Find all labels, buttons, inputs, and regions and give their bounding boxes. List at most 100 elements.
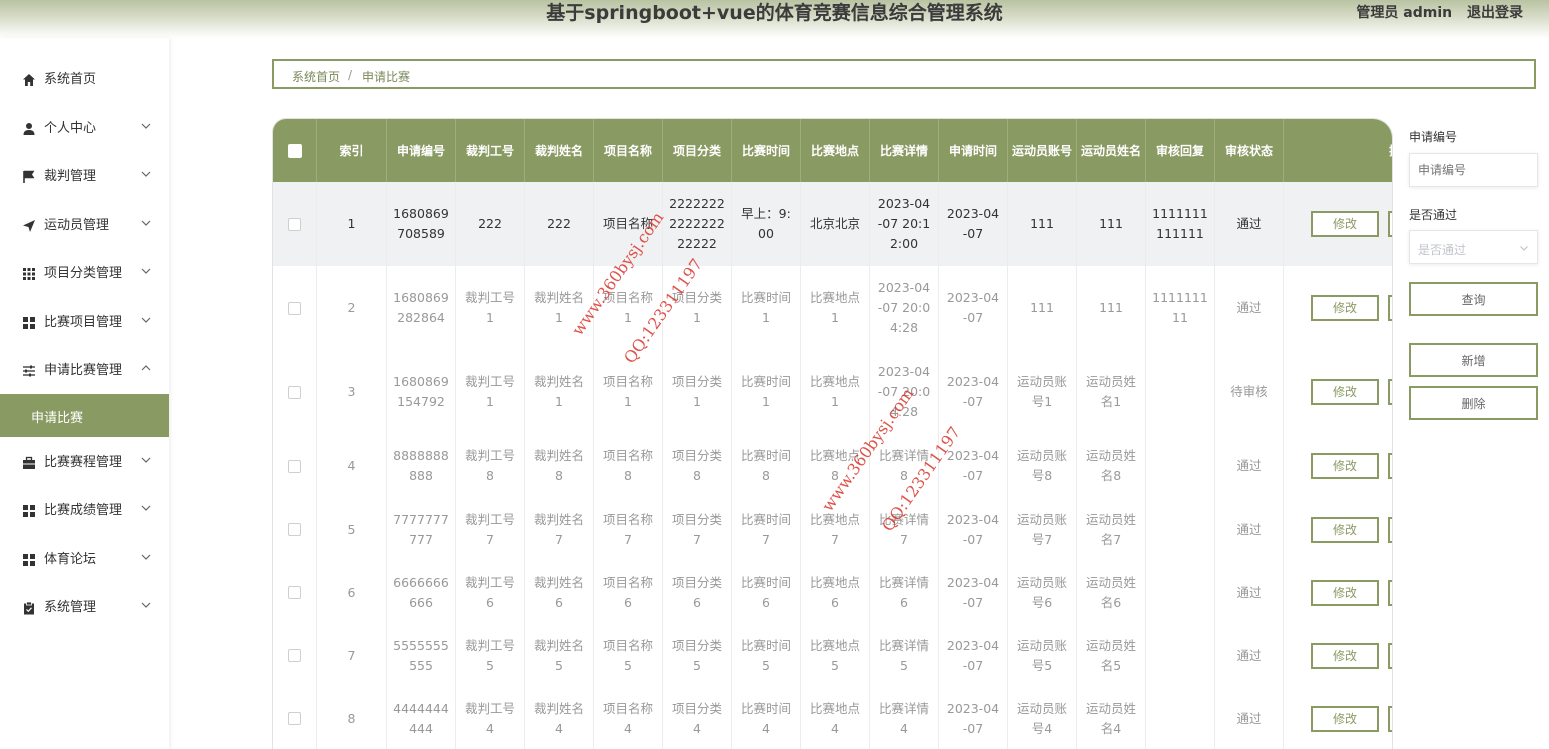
apply-no-input[interactable] [1409,153,1538,187]
select-all-checkbox[interactable] [287,143,302,158]
column-header: 项目分类 [663,119,732,182]
table-cell: 1680869282864 [387,266,456,350]
table-cell: 裁判姓名7 [525,498,594,561]
more-button[interactable] [1388,295,1392,321]
row-checkbox[interactable] [288,217,301,231]
chevron-down-icon [1520,246,1528,251]
table-cell: 运动员姓名1 [1077,350,1146,434]
sidebar-item-schedule[interactable]: 比赛赛程管理 [0,445,169,481]
row-checkbox[interactable] [288,649,301,662]
more-button[interactable] [1388,642,1392,669]
table-cell: 5555555555 [387,624,456,687]
sidebar-item-label: 体育论坛 [44,552,97,567]
action-cell: 修改 [1284,561,1392,624]
table-cell: 裁判姓名1 [525,350,594,434]
add-button[interactable]: 新增 [1409,343,1538,377]
row-select-cell [273,561,317,624]
table-row: 5 7777777777 裁判工号7 裁判姓名7 项目名称7 项目分类7 比赛时间7 比赛地点… [273,498,1392,562]
chevron-down-icon [141,505,151,511]
table-cell: 1680869708589 [387,182,456,266]
table-row: 6 6666666666 裁判工号6 裁判姓名6 项目名称6 项目分类6 比赛时间6 比赛地点… [273,561,1392,625]
table-cell [1146,624,1215,687]
row-checkbox[interactable] [288,523,301,536]
sidebar-item-system[interactable]: 系统管理 [0,590,169,626]
row-checkbox[interactable] [288,301,301,315]
sidebar-item-label: 个人中心 [44,121,97,136]
table-cell: 运动员账号1 [1008,350,1077,434]
table-cell: 运动员姓名8 [1077,434,1146,498]
table-cell: 2023-04-07 [939,687,1008,749]
table-cell: 裁判工号5 [456,624,525,687]
table-cell: 裁判工号6 [456,561,525,624]
sidebar-item-home[interactable]: 系统首页 [0,62,169,98]
sidebar-item-match-project[interactable]: 比赛项目管理 [0,305,169,341]
table-row: 2 1680869282864 裁判工号1 裁判姓名1 项目名称1 项目分类1 比赛时间1 比… [273,266,1392,351]
table-row: 7 5555555555 裁判工号5 裁判姓名5 项目名称5 项目分类5 比赛时间5 比赛地点… [273,624,1392,688]
approved-label: 是否通过 [1409,208,1458,222]
more-button[interactable] [1388,379,1392,405]
edit-button[interactable]: 修改 [1311,705,1379,732]
table-cell: 比赛详情6 [870,561,939,624]
more-button[interactable] [1388,516,1392,543]
action-cell: 修改 [1284,350,1392,434]
table-cell: 项目名称 [594,182,663,266]
edit-button[interactable]: 修改 [1311,295,1379,321]
sidebar-item-personal[interactable]: 个人中心 [0,111,169,147]
query-button[interactable]: 查询 [1409,282,1538,316]
logout-button[interactable]: 退出登录 [1467,5,1523,21]
table-cell: 北京北京 [801,182,870,266]
table-cell: 111111111 [1146,266,1215,350]
edit-button[interactable]: 修改 [1311,642,1379,669]
breadcrumb-home[interactable]: 系统首页 [292,68,340,85]
breadcrumb-current: 申请比赛 [362,70,411,84]
admin-user-label[interactable]: 管理员 admin [1356,5,1452,21]
edit-button[interactable]: 修改 [1311,516,1379,543]
table-cell [1146,350,1215,434]
action-cell: 修改 [1284,434,1392,498]
sidebar-item-referee[interactable]: 裁判管理 [0,159,169,195]
sidebar-item-category[interactable]: 项目分类管理 [0,256,169,292]
edit-button[interactable]: 修改 [1311,211,1379,237]
table-cell: 比赛时间5 [732,624,801,687]
table-cell: 2023-04-07 20:04:28 [870,350,939,434]
sidebar-item-label: 系统管理 [44,600,97,615]
table-cell: 运动员姓名4 [1077,687,1146,749]
column-header: 比赛详情 [870,119,939,182]
row-select-cell [273,182,317,266]
table-cell: 比赛时间1 [732,266,801,350]
more-button[interactable] [1388,211,1392,237]
edit-button[interactable]: 修改 [1311,453,1379,479]
edit-button[interactable]: 修改 [1311,379,1379,405]
table-cell: 项目名称7 [594,498,663,561]
user-area: 管理员 admin 退出登录 [1346,2,1523,22]
table-cell: 2023-04-07 [939,182,1008,266]
row-checkbox[interactable] [288,385,301,399]
table-cell: 通过 [1215,624,1284,687]
sidebar-item-apply-match[interactable]: 申请比赛管理 [0,353,169,389]
approved-select[interactable]: 是否通过 [1409,230,1538,264]
sidebar-item-forum[interactable]: 体育论坛 [0,542,169,578]
table-cell: 项目名称4 [594,687,663,749]
sidebar: 系统首页 个人中心 裁判管理 运动员管理 项目分类管理 比赛项目管理 申请比赛管… [0,38,169,749]
more-button[interactable] [1388,453,1392,479]
table-cell: 通过 [1215,182,1284,266]
sidebar-item-athlete[interactable]: 运动员管理 [0,208,169,244]
table-cell: 运动员账号4 [1008,687,1077,749]
approved-select-value: 是否通过 [1418,243,1467,257]
more-button[interactable] [1388,579,1392,606]
table-row: 8 4444444444 裁判工号4 裁判姓名4 项目名称4 项目分类4 比赛时间4 比赛地点… [273,687,1392,749]
table-cell: 运动员姓名7 [1077,498,1146,561]
action-cell: 修改 [1284,624,1392,687]
table-cell: 7 [317,624,387,687]
action-cell: 修改 [1284,687,1392,749]
sidebar-subitem-apply-match[interactable]: 申请比赛 [0,394,169,437]
more-button[interactable] [1388,705,1392,732]
table-cell: 比赛详情5 [870,624,939,687]
row-checkbox[interactable] [288,712,301,725]
table-cell: 2023-04-07 [939,498,1008,561]
row-checkbox[interactable] [288,586,301,599]
edit-button[interactable]: 修改 [1311,579,1379,606]
row-checkbox[interactable] [288,459,301,473]
delete-button[interactable]: 删除 [1409,386,1538,420]
sidebar-item-score[interactable]: 比赛成绩管理 [0,493,169,529]
